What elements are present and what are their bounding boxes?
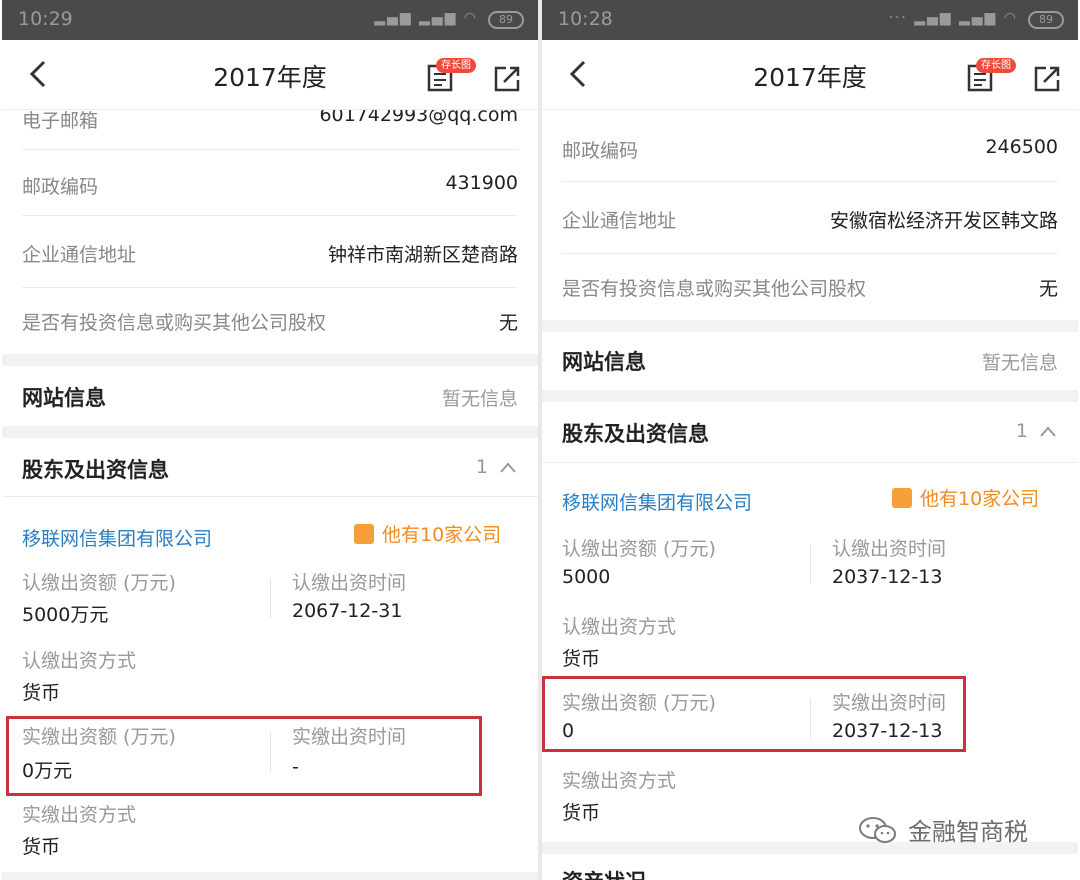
info-row-email: 电子邮箱 601742993@qq.com <box>22 110 518 150</box>
other-companies-label: 他有10家公司 <box>920 488 1040 510</box>
shareholder-company-link[interactable]: 移联网信集团有限公司 <box>562 488 752 515</box>
row-label: 企业通信地址 <box>562 210 677 232</box>
nav-bar: 2017年度 存长图 <box>2 40 538 110</box>
other-companies-link[interactable]: 他有10家公司 <box>354 520 501 547</box>
report-content: 电子邮箱 601742993@qq.com 邮政编码 431900 企业通信地址… <box>2 110 538 880</box>
asset-section-title: 资产状况 <box>562 866 646 880</box>
shareholder-count: 1 <box>1015 420 1028 442</box>
website-section-title: 网站信息 <box>22 386 106 410</box>
chart-icon <box>354 524 374 544</box>
row-value: 601742993@qq.com <box>319 110 518 126</box>
shareholder-count: 1 <box>475 456 488 478</box>
info-row-address: 企业通信地址 安徽宿松经济开发区韩文路 <box>562 182 1058 254</box>
row-value: 431900 <box>445 172 518 194</box>
subscribed-amount-label: 认缴出资额 (万元) <box>22 572 176 594</box>
row-value: 钟祥市南湖新区楚商路 <box>327 244 518 266</box>
row-value: 安徽宿松经济开发区韩文路 <box>829 210 1058 232</box>
section-gap <box>2 426 538 438</box>
shareholder-company-link[interactable]: 移联网信集团有限公司 <box>22 524 212 551</box>
shareholder-section-title: 股东及出资信息 <box>562 422 709 446</box>
section-gap <box>542 390 1078 402</box>
wechat-icon <box>859 817 896 843</box>
subscribed-amount-value: 5000万元 <box>22 604 109 626</box>
field-divider <box>270 578 271 618</box>
paid-method-value: 货币 <box>22 836 61 858</box>
highlight-box <box>542 676 966 752</box>
left-phone-screenshot: 10:29 ▂▄▆ ▂▄▆ ◠ 89 2017年度 存长图 电子邮箱 60174… <box>2 0 538 880</box>
watermark-text: 金融智商税 <box>908 818 1028 846</box>
status-time: 10:29 <box>18 8 73 30</box>
status-bar: 10:29 ▂▄▆ ▂▄▆ ◠ 89 <box>2 0 538 40</box>
row-value: 无 <box>1038 278 1058 300</box>
info-row-postcode: 邮政编码 431900 <box>22 150 518 216</box>
row-label: 邮政编码 <box>22 176 99 198</box>
website-section-title: 网站信息 <box>562 350 646 374</box>
other-companies-label: 他有10家公司 <box>382 524 502 546</box>
battery-icon: 89 <box>1028 11 1064 29</box>
paid-method-value: 货币 <box>562 802 601 824</box>
section-gap <box>542 320 1078 332</box>
subscribed-amount-value: 5000 <box>562 566 611 588</box>
chevron-up-icon[interactable] <box>1038 422 1058 442</box>
status-time: 10:28 <box>558 8 613 30</box>
section-gap <box>2 354 538 366</box>
battery-icon: 89 <box>488 11 524 29</box>
info-row-address: 企业通信地址 钟祥市南湖新区楚商路 <box>22 216 518 288</box>
subscribed-method-value: 货币 <box>562 648 601 670</box>
website-section-value: 暂无信息 <box>981 352 1058 374</box>
row-label: 电子邮箱 <box>22 110 99 132</box>
field-divider <box>810 544 811 584</box>
subscribed-time-label: 认缴出资时间 <box>832 538 947 560</box>
shareholder-section-title: 股东及出资信息 <box>22 458 169 482</box>
signal-wifi-icon: ▂▄▆ ▂▄▆ ◠ <box>374 10 478 26</box>
report-content: 邮政编码 246500 企业通信地址 安徽宿松经济开发区韩文路 是否有投资信息或… <box>542 110 1078 880</box>
other-companies-link[interactable]: 他有10家公司 <box>892 484 1039 511</box>
chart-icon <box>892 488 912 508</box>
long-screenshot-badge: 存长图 <box>436 58 476 73</box>
right-phone-screenshot: 10:28 ··· ▂▄▆ ▂▄▆ ◠ 89 2017年度 存长图 邮政编码 2… <box>542 0 1078 880</box>
long-screenshot-badge: 存长图 <box>976 58 1016 73</box>
subscribed-method-value: 货币 <box>22 682 61 704</box>
signal-wifi-icon: ··· ▂▄▆ ▂▄▆ ◠ <box>888 10 1018 26</box>
info-row-investment: 是否有投资信息或购买其他公司股权 无 <box>22 288 518 354</box>
subscribed-method-label: 认缴出资方式 <box>562 616 677 638</box>
subscribed-method-label: 认缴出资方式 <box>22 650 137 672</box>
row-label: 邮政编码 <box>562 140 639 162</box>
share-icon[interactable] <box>1032 64 1062 94</box>
share-icon[interactable] <box>492 64 522 94</box>
info-row-postcode: 邮政编码 246500 <box>562 110 1058 182</box>
nav-bar: 2017年度 存长图 <box>542 40 1078 110</box>
paid-method-label: 实缴出资方式 <box>22 804 137 826</box>
paid-method-label: 实缴出资方式 <box>562 770 677 792</box>
info-row-investment: 是否有投资信息或购买其他公司股权 无 <box>562 254 1058 320</box>
row-label: 企业通信地址 <box>22 244 137 266</box>
row-value: 无 <box>498 312 518 334</box>
row-label: 是否有投资信息或购买其他公司股权 <box>22 312 327 334</box>
section-gap <box>2 872 538 880</box>
row-label: 是否有投资信息或购买其他公司股权 <box>562 278 867 300</box>
subscribed-time-value: 2037-12-13 <box>832 566 943 588</box>
subscribed-time-value: 2067-12-31 <box>292 600 403 622</box>
divider <box>2 496 538 497</box>
divider <box>542 462 1078 463</box>
chevron-up-icon[interactable] <box>498 458 518 478</box>
website-section-value: 暂无信息 <box>441 388 518 410</box>
subscribed-amount-label: 认缴出资额 (万元) <box>562 538 716 560</box>
status-bar: 10:28 ··· ▂▄▆ ▂▄▆ ◠ 89 <box>542 0 1078 40</box>
row-value: 246500 <box>985 136 1058 158</box>
highlight-box <box>6 716 482 796</box>
subscribed-time-label: 认缴出资时间 <box>292 572 407 594</box>
